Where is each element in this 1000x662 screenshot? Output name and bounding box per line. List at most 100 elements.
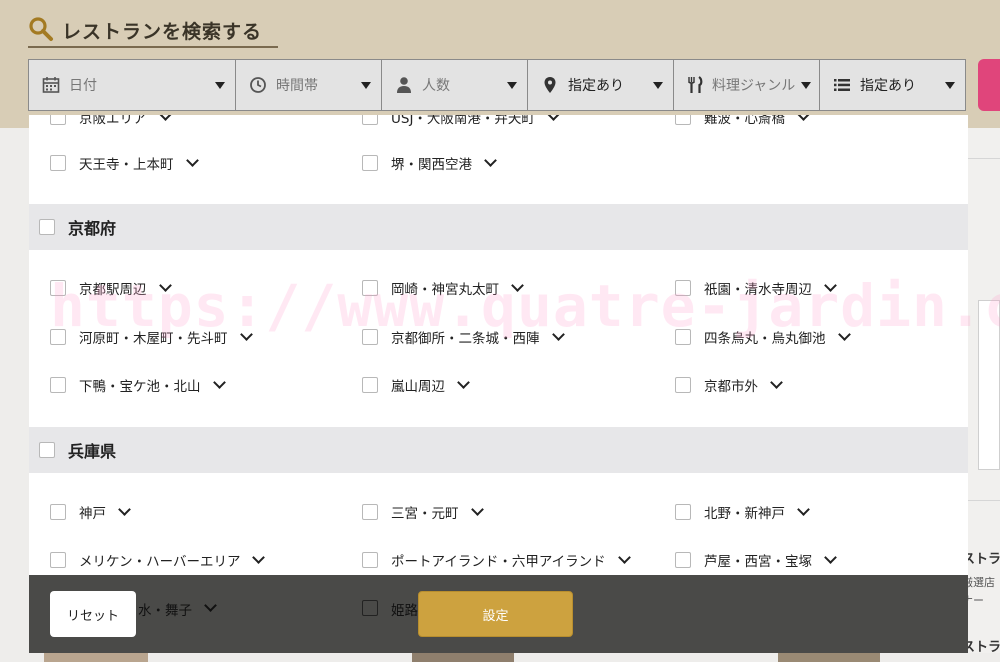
chevron-down-icon[interactable] [551,328,565,341]
area-checkbox[interactable] [50,377,66,393]
chevron-down-icon[interactable] [770,376,783,389]
apply-button[interactable]: 設定 [418,591,573,637]
chevron-down-icon[interactable] [837,328,851,341]
chevron-down-icon[interactable] [511,279,524,292]
area-checkbox[interactable] [362,377,378,393]
area-option-label: 京阪エリア [79,115,147,127]
chevron-down-icon[interactable] [617,551,631,564]
area-option[interactable]: 芦屋・西宮・宝塚 [675,549,837,571]
area-option-label-obscured: 姫路 [391,603,418,619]
prefecture-checkbox[interactable] [39,219,55,235]
chevron-down-icon[interactable] [239,328,253,341]
list-icon [832,75,852,95]
chevron-down-icon[interactable] [824,279,837,292]
area-option[interactable]: ポートアイランド・六甲アイランド [362,549,631,571]
area-checkbox-obscured [362,600,378,616]
area-option-label: 京都市外 [704,379,758,395]
area-option[interactable]: 下鴨・宝ケ池・北山 [50,374,226,396]
area-option[interactable]: 北野・新神戸 [675,501,810,523]
area-checkbox[interactable] [675,377,691,393]
chevron-down-icon[interactable] [484,154,497,167]
area-option[interactable]: USJ・大阪南港・弁天町 [362,115,560,128]
filter-area-label: 指定あり [568,78,624,94]
caret-down-icon [945,81,955,89]
area-selection-panel: 京阪エリア USJ・大阪南港・弁天町 難波・心斎橋 天王寺・上本町 堺・関西空港… [29,115,968,585]
chevron-down-icon[interactable] [158,115,172,121]
search-icon [28,16,56,44]
area-checkbox[interactable] [50,552,66,568]
filter-cuisine-label: 料理ジャンル [712,78,796,94]
area-checkbox[interactable] [362,155,378,171]
area-checkbox[interactable] [675,329,691,345]
area-checkbox[interactable] [675,115,691,125]
area-option-label: 芦屋・西宮・宝塚 [704,554,812,570]
filter-time-label: 時間帯 [276,78,318,94]
area-option[interactable]: 天王寺・上本町 [50,152,199,174]
filter-area[interactable]: 指定あり [528,59,674,111]
search-submit-button[interactable] [978,59,1000,111]
area-option[interactable]: 祇園・清水寺周辺 [675,277,837,299]
area-option-label: 三宮・元町 [391,506,459,522]
filter-list[interactable]: 指定あり [820,59,966,111]
area-option[interactable]: 京都御所・二条城・西陣 [362,326,565,348]
area-checkbox[interactable] [675,280,691,296]
area-option-label: 下鴨・宝ケ池・北山 [79,379,201,395]
filter-date[interactable]: 日付 [28,59,236,111]
area-option[interactable]: 河原町・木屋町・先斗町 [50,326,253,348]
area-option[interactable]: 京阪エリア [50,115,172,128]
prefecture-header-kyoto[interactable]: 京都府 [29,204,968,250]
area-checkbox[interactable] [50,155,66,171]
area-checkbox[interactable] [50,329,66,345]
area-option-label: 祇園・清水寺周辺 [704,282,812,298]
filter-list-label: 指定あり [860,78,916,94]
area-option-label: ポートアイランド・六甲アイランド [391,554,606,570]
area-option-label: 河原町・木屋町・先斗町 [79,331,228,347]
filter-people[interactable]: 人数 [382,59,528,111]
chevron-down-icon[interactable] [185,154,199,167]
chevron-down-icon[interactable] [158,279,172,292]
chevron-down-icon[interactable] [118,503,131,516]
area-option[interactable]: 難波・心斎橋 [675,115,810,128]
background-divider [968,158,1000,159]
chevron-down-icon[interactable] [824,551,837,564]
prefecture-checkbox[interactable] [39,442,55,458]
chevron-down-icon[interactable] [457,376,470,389]
area-option[interactable]: 堺・関西空港 [362,152,497,174]
page-title: レストランを検索する [62,20,263,43]
filter-time[interactable]: 時間帯 [236,59,382,111]
area-option[interactable]: 四条烏丸・烏丸御池 [675,326,851,348]
area-checkbox[interactable] [362,504,378,520]
area-option[interactable]: 京都市外 [675,374,783,396]
background-thumbnail [412,653,514,662]
chevron-down-icon[interactable] [797,503,810,516]
area-option[interactable]: 神戸 [50,501,131,523]
filter-cuisine[interactable]: 料理ジャンル [674,59,820,111]
prefecture-header-hyogo[interactable]: 兵庫県 [29,427,968,473]
area-checkbox[interactable] [50,280,66,296]
chevron-down-icon[interactable] [212,376,226,389]
chevron-down-icon[interactable] [470,503,484,516]
area-option[interactable]: 岡崎・神宮丸太町 [362,277,524,299]
area-checkbox[interactable] [50,115,66,125]
prefecture-label: 京都府 [68,219,117,238]
chevron-down-icon[interactable] [547,115,560,121]
area-checkbox[interactable] [675,504,691,520]
area-option[interactable]: 三宮・元町 [362,501,484,523]
background-thumbnail [44,653,148,662]
chevron-down-icon[interactable] [252,551,266,564]
caret-down-icon [653,81,663,89]
area-checkbox[interactable] [50,504,66,520]
area-checkbox[interactable] [362,280,378,296]
area-option-label: 四条烏丸・烏丸御池 [704,331,826,347]
calendar-icon [41,75,61,95]
area-option[interactable]: 京都駅周辺 [50,277,172,299]
area-checkbox[interactable] [362,115,378,125]
caret-down-icon [215,81,225,89]
area-checkbox[interactable] [362,329,378,345]
area-option[interactable]: 嵐山周辺 [362,374,470,396]
area-checkbox[interactable] [675,552,691,568]
area-checkbox[interactable] [362,552,378,568]
chevron-down-icon[interactable] [797,115,810,121]
area-option[interactable]: メリケン・ハーバーエリア [50,549,266,571]
reset-button[interactable]: リセット [50,591,136,637]
